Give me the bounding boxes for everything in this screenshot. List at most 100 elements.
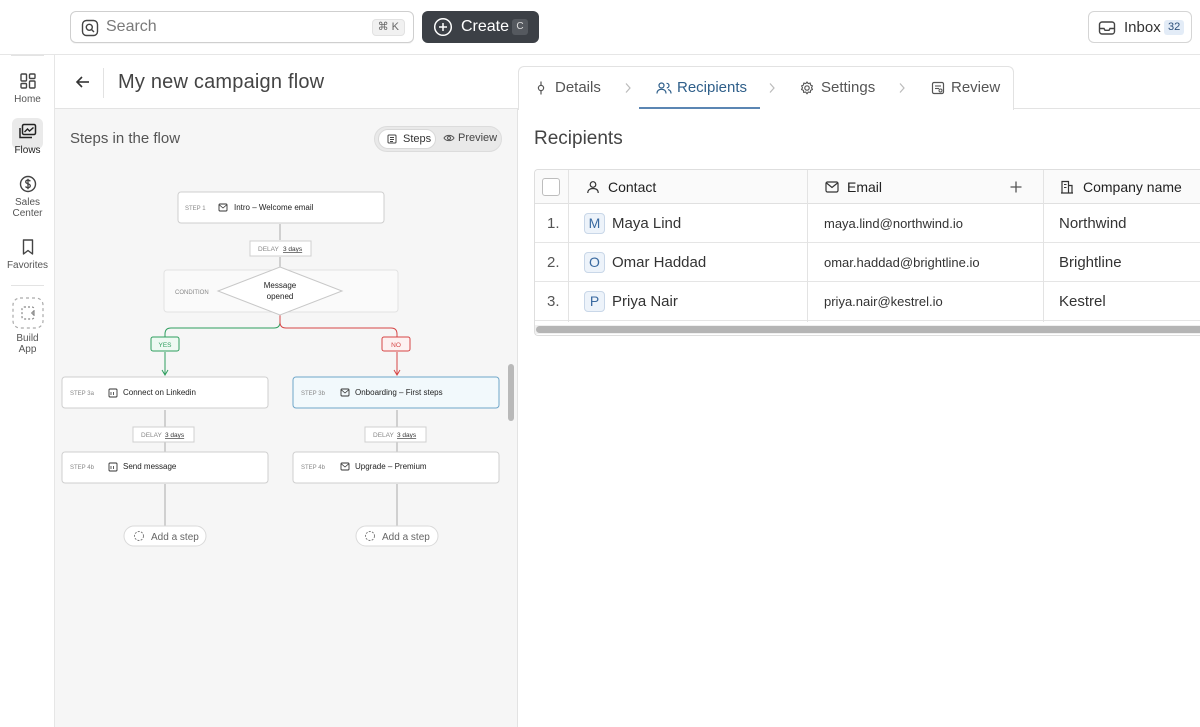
- column-divider: [807, 170, 808, 322]
- company-name[interactable]: Kestrel: [1059, 293, 1106, 310]
- rail-item-flows[interactable]: Flows: [0, 123, 55, 156]
- row-index: 3.: [547, 293, 560, 310]
- rail-item-sales-center[interactable]: Sales Center: [0, 175, 55, 219]
- delay-value: 3 days: [283, 246, 303, 253]
- flow-step-4a[interactable]: STEP 4b Send message: [61, 451, 269, 484]
- search-input[interactable]: Search ⌘ K: [70, 11, 414, 43]
- condition-label-line2: opened: [267, 292, 294, 301]
- search-icon: [81, 19, 99, 37]
- add-step-button-left[interactable]: Add a step: [123, 525, 207, 547]
- contact-name: Maya Lind: [612, 215, 682, 232]
- contact-cell[interactable]: M Maya Lind: [569, 204, 808, 243]
- flows-icon: [18, 123, 36, 139]
- avatar: P: [584, 291, 605, 312]
- step-tag: STEP 1: [185, 206, 206, 212]
- no-label: NO: [391, 342, 401, 349]
- flow-delay-1[interactable]: DELAY 3 days: [249, 240, 312, 257]
- inbox-label: Inbox: [1124, 19, 1161, 36]
- select-all-checkbox[interactable]: [542, 178, 560, 196]
- tabs-baseline: [1014, 108, 1200, 109]
- yes-branch-line: [161, 313, 281, 376]
- flow-delay-b[interactable]: DELAY 3 days: [364, 426, 427, 443]
- row-index: 1.: [547, 215, 560, 232]
- contact-name: Priya Nair: [612, 293, 678, 310]
- gear-icon: [800, 81, 814, 95]
- tab-label: Settings: [821, 79, 876, 96]
- commit-icon: [537, 81, 545, 95]
- rail-divider: [11, 285, 44, 286]
- rail-label-favorites: Favorites: [6, 260, 49, 271]
- table-row[interactable]: 1. M Maya Lind maya.lind@northwind.io No…: [535, 204, 1200, 243]
- flow-step-1[interactable]: STEP 1 Intro – Welcome email: [177, 191, 385, 224]
- grid-icon: [19, 73, 36, 89]
- chevron-right-icon: [625, 83, 631, 93]
- search-placeholder: Search: [106, 18, 157, 35]
- company-name[interactable]: Northwind: [1059, 215, 1127, 232]
- column-header-contact[interactable]: Contact: [608, 179, 656, 195]
- tab-label: Details: [555, 79, 601, 96]
- add-column-icon[interactable]: [1010, 181, 1022, 193]
- rail-label-build-app: Build App: [16, 333, 39, 355]
- scrollbar-thumb[interactable]: [536, 326, 1200, 333]
- add-step-button-right[interactable]: Add a step: [355, 525, 439, 547]
- bookmark-icon: [22, 239, 33, 255]
- avatar: O: [584, 252, 605, 273]
- canvas-scrollbar[interactable]: [508, 364, 514, 421]
- rail-item-favorites[interactable]: Favorites: [0, 238, 55, 271]
- condition-tag: CONDITION: [175, 290, 209, 296]
- contact-cell[interactable]: O Omar Haddad: [569, 243, 808, 282]
- table-row[interactable]: 2. O Omar Haddad omar.haddad@brightline.…: [535, 243, 1200, 282]
- search-shortcut: ⌘ K: [371, 19, 405, 36]
- rail-label-home: Home: [14, 94, 41, 105]
- flow-condition[interactable]: CONDITION Message opened: [163, 266, 399, 316]
- contact-email[interactable]: priya.nair@kestrel.io: [824, 294, 943, 309]
- add-step-label: Add a step: [151, 532, 199, 543]
- rail-label-flows: Flows: [14, 145, 41, 156]
- left-rail: Home Flows Sales Center Favorites Build …: [0, 55, 55, 727]
- delay-value: 3 days: [397, 432, 417, 439]
- recipients-title: Recipients: [534, 128, 623, 149]
- recipients-table: Contact Email Company name 1. M Maya Lin…: [534, 169, 1200, 336]
- row-index: 2.: [547, 254, 560, 271]
- contact-email[interactable]: maya.lind@northwind.io: [824, 216, 963, 231]
- email-icon: [825, 181, 839, 193]
- build-app-icon: [11, 297, 44, 329]
- contact-cell[interactable]: P Priya Nair: [569, 282, 808, 321]
- flow-step-4b[interactable]: STEP 4b Upgrade – Premium: [292, 451, 500, 484]
- no-badge: NO: [381, 336, 411, 352]
- rail-divider: [11, 55, 44, 56]
- wizard-tabs: Details Recipients Settings Review: [518, 66, 1014, 110]
- users-icon: [656, 82, 672, 94]
- flow-step-3b[interactable]: STEP 3b Onboarding – First steps: [292, 376, 500, 409]
- building-icon: [1061, 180, 1073, 194]
- condition-label-line1: Message: [264, 281, 297, 290]
- back-arrow-icon[interactable]: [73, 72, 93, 92]
- yes-label: YES: [158, 342, 172, 349]
- review-icon: [931, 81, 945, 95]
- chevron-right-icon: [899, 83, 905, 93]
- chevron-right-icon: [769, 83, 775, 93]
- inbox-button[interactable]: Inbox 32: [1088, 11, 1192, 43]
- column-divider: [1043, 170, 1044, 322]
- rail-item-build-app[interactable]: Build App: [0, 297, 55, 355]
- flow-diagram: STEP 1 Intro – Welcome email DELAY 3 day…: [61, 191, 500, 547]
- add-step-label: Add a step: [382, 532, 430, 543]
- tab-label: Recipients: [677, 79, 748, 96]
- create-label: Create: [461, 18, 510, 35]
- column-header-email[interactable]: Email: [847, 179, 882, 195]
- rail-item-home[interactable]: Home: [0, 72, 55, 105]
- plus-circle-icon: [433, 17, 453, 37]
- contact-name: Omar Haddad: [612, 254, 707, 271]
- column-header-company[interactable]: Company name: [1083, 179, 1182, 195]
- yes-badge: YES: [150, 336, 180, 352]
- contact-email[interactable]: omar.haddad@brightline.io: [824, 255, 980, 270]
- step-label: Intro – Welcome email: [234, 203, 314, 212]
- company-name[interactable]: Brightline: [1059, 254, 1122, 271]
- step-label: Onboarding – First steps: [355, 388, 443, 397]
- flow-step-3a[interactable]: STEP 3a Connect on Linkedin: [61, 376, 269, 409]
- table-horizontal-scrollbar[interactable]: [535, 325, 1200, 334]
- create-button[interactable]: Create C: [422, 11, 539, 43]
- table-row[interactable]: 3. P Priya Nair priya.nair@kestrel.io Ke…: [535, 282, 1200, 321]
- flow-delay-a[interactable]: DELAY 3 days: [132, 426, 195, 443]
- tab-label: Review: [951, 79, 1001, 96]
